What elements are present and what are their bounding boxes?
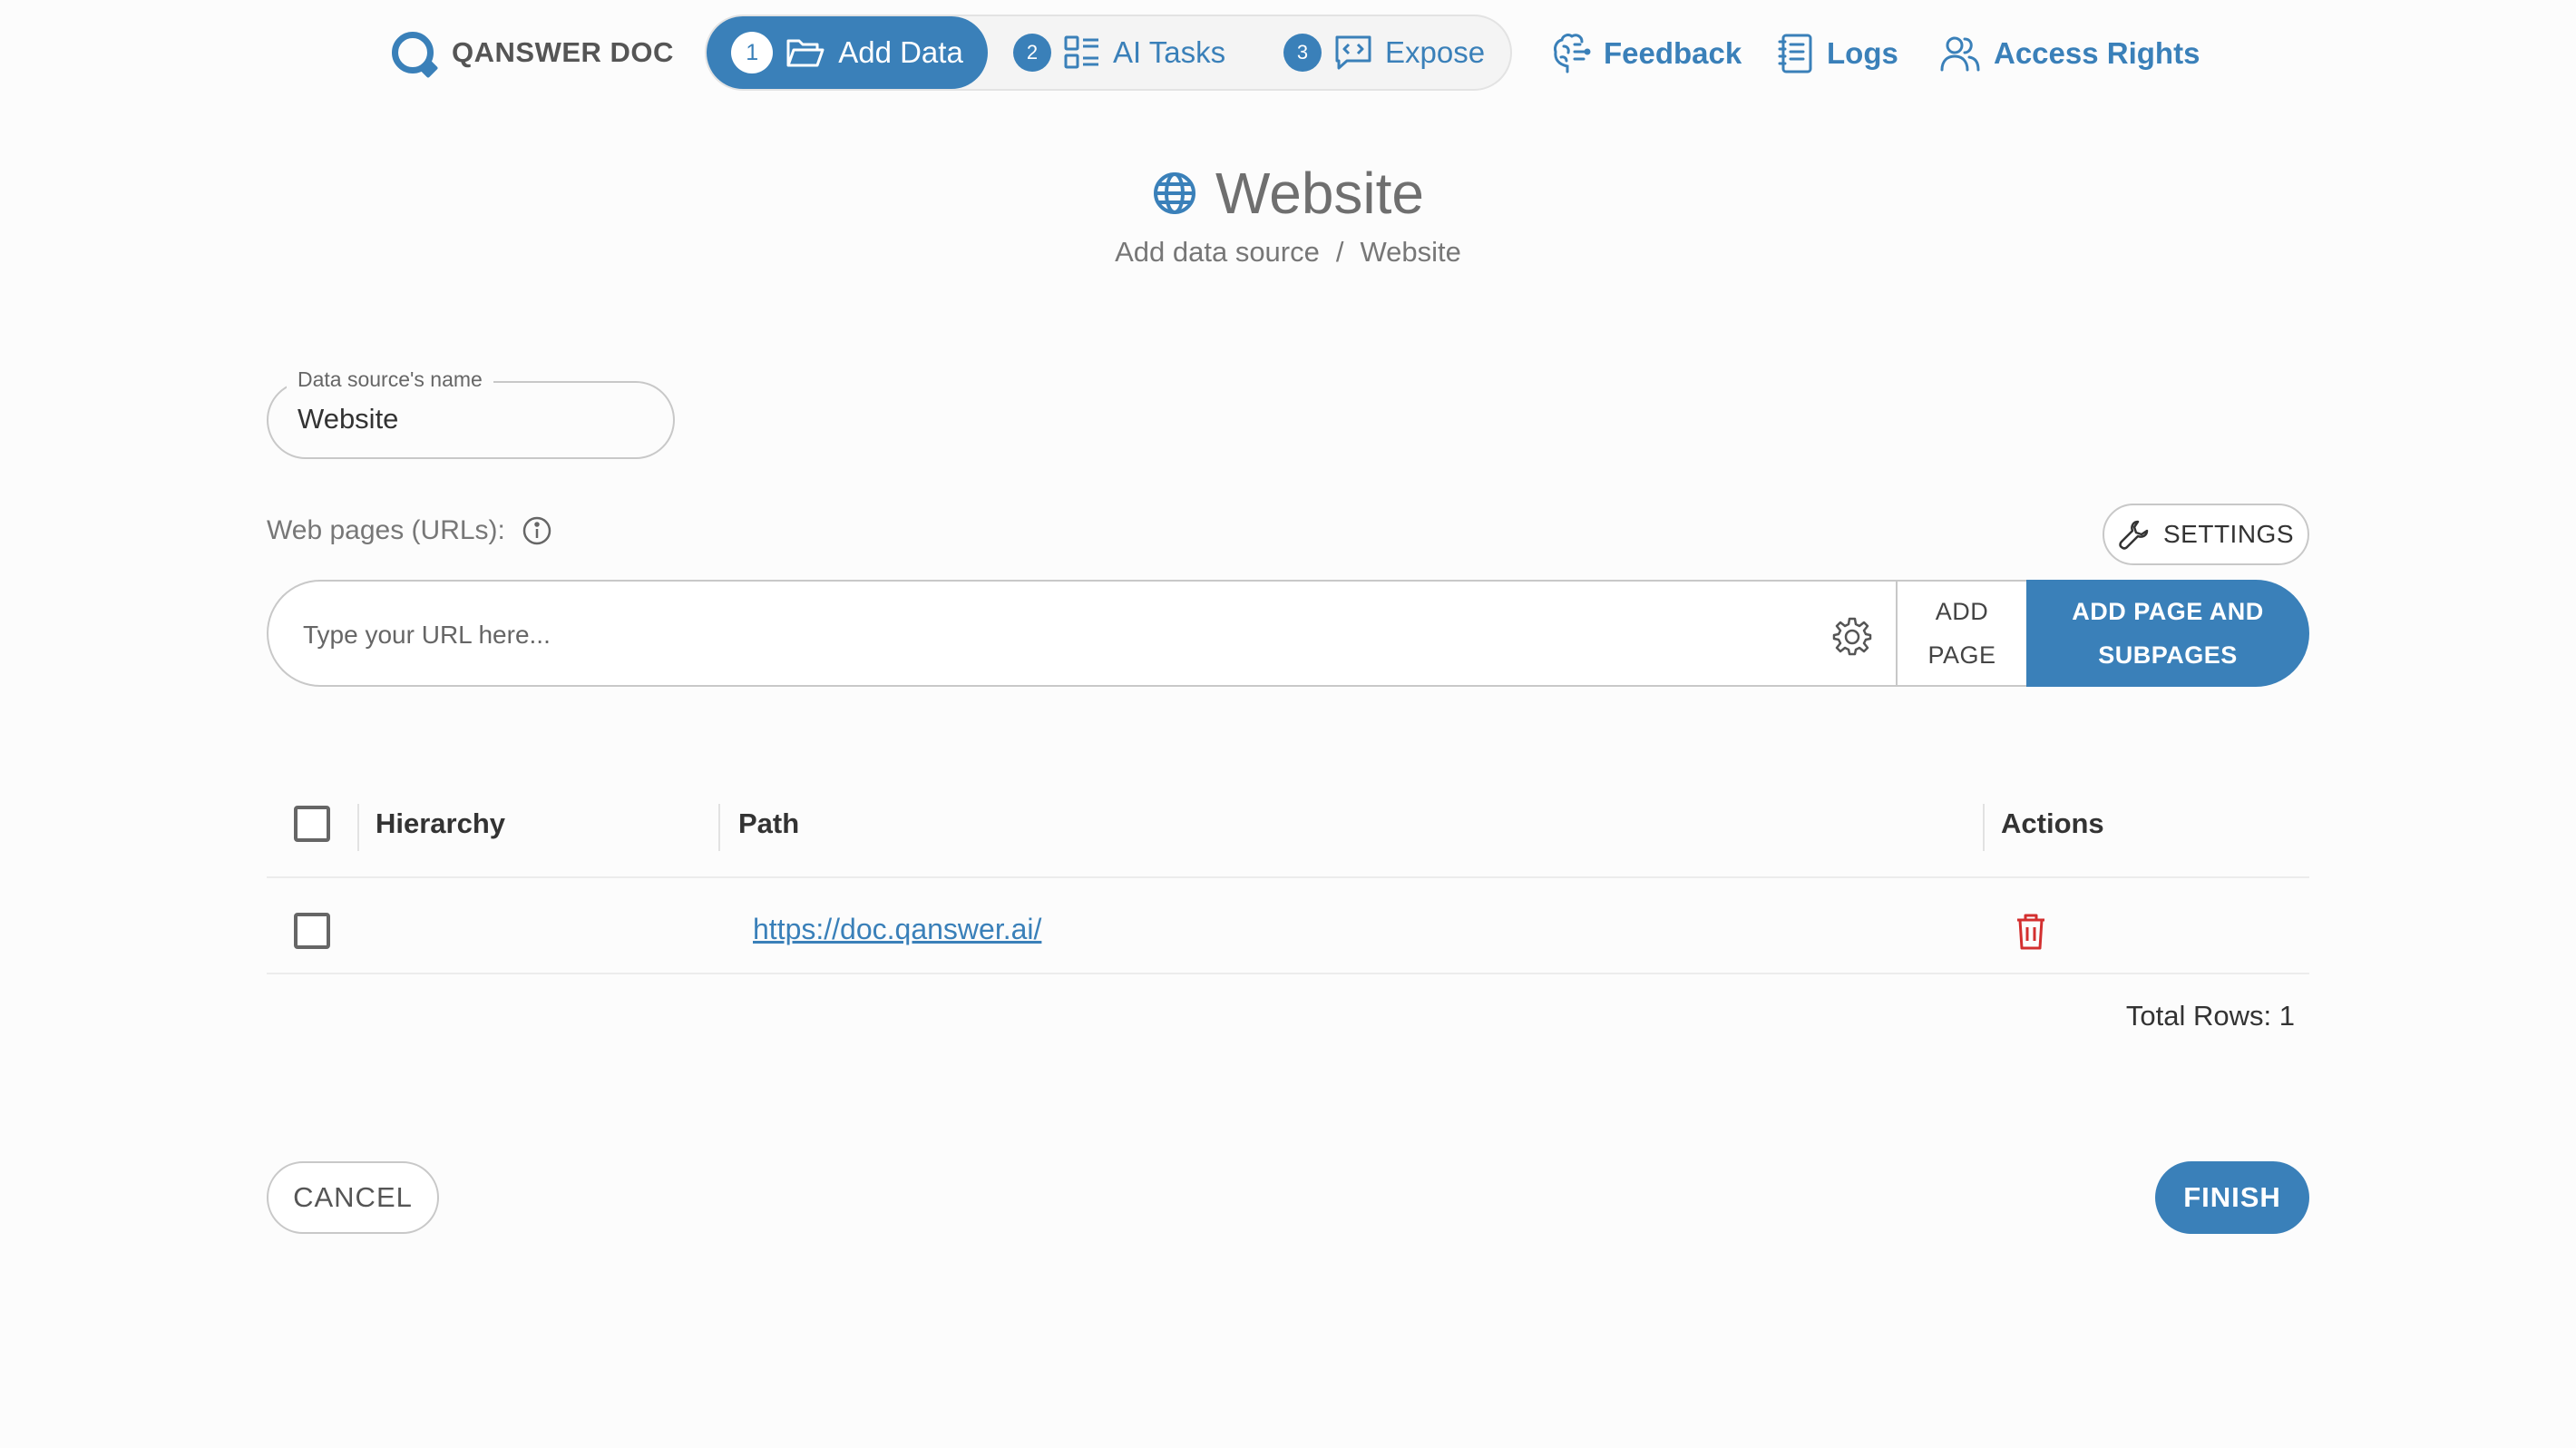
brand-name: QANSWER DOC [452, 36, 674, 68]
add-page-button[interactable]: ADD PAGE [1896, 580, 2028, 687]
web-pages-label: Web pages (URLs): [267, 515, 505, 545]
workflow-stepper: 1 Add Data 2 AI Tasks 3 Expose [705, 15, 1512, 91]
add-subpages-label-line2: SUBPAGES [2098, 641, 2238, 669]
total-rows-count: Total Rows: 1 [2125, 1000, 2295, 1032]
pages-table: Hierarchy Path Actions https://doc.qansw… [267, 782, 2309, 974]
breadcrumb-separator: / [1335, 236, 1344, 268]
web-pages-label-row: Web pages (URLs): [267, 515, 552, 546]
settings-button-label: SETTINGS [2162, 520, 2294, 548]
code-chat-icon [1334, 34, 1372, 71]
table-header: Hierarchy Path Actions [267, 782, 2309, 878]
users-icon [1939, 34, 1981, 73]
step-label: Add Data [838, 35, 963, 69]
nav-access-rights[interactable]: Access Rights [1939, 31, 2200, 76]
finish-button[interactable]: FINISH [2155, 1161, 2309, 1234]
add-subpages-label-line1: ADD PAGE AND [2072, 598, 2264, 625]
data-source-name-label: Data source's name [287, 367, 493, 392]
log-list-icon [1778, 33, 1814, 74]
add-page-label-line2: PAGE [1927, 641, 1996, 669]
top-navigation: QANSWER DOC 1 Add Data 2 AI Tasks 3 Expo… [0, 15, 2576, 91]
breadcrumb: Add data source / Website [0, 236, 2576, 269]
step-expose[interactable]: 3 Expose [1283, 16, 1485, 89]
nav-logs-label: Logs [1827, 36, 1898, 70]
step-number: 1 [731, 32, 774, 73]
nav-access-rights-label: Access Rights [1994, 36, 2200, 70]
step-label: Expose [1385, 35, 1486, 69]
column-separator[interactable] [357, 804, 359, 851]
row-checkbox[interactable] [294, 913, 330, 949]
step-number: 2 [1013, 34, 1051, 72]
cancel-button[interactable]: CANCEL [267, 1161, 439, 1234]
nav-feedback[interactable]: Feedback [1551, 31, 1742, 76]
page-header: Website Add data source / Website [0, 160, 2576, 269]
nav-feedback-label: Feedback [1604, 36, 1742, 70]
breadcrumb-item-current: Website [1360, 236, 1461, 268]
page-title: Website [1215, 161, 1425, 226]
column-header-hierarchy[interactable]: Hierarchy [376, 807, 505, 840]
add-page-label-line1: ADD [1935, 598, 1989, 625]
select-all-checkbox[interactable] [294, 806, 330, 842]
brain-icon [1551, 32, 1591, 75]
delete-icon[interactable] [2015, 913, 2046, 951]
url-input[interactable] [303, 614, 1791, 656]
settings-button[interactable]: SETTINGS [2103, 504, 2309, 565]
step-number: 3 [1283, 34, 1322, 72]
gear-icon[interactable] [1832, 616, 1872, 656]
brand[interactable]: QANSWER DOC [392, 27, 674, 78]
url-input-group: ADD PAGE ADD PAGE AND SUBPAGES [267, 580, 2309, 687]
folder-open-icon [785, 36, 825, 69]
list-grid-icon [1064, 35, 1100, 70]
column-header-actions[interactable]: Actions [2001, 807, 2104, 840]
add-page-and-subpages-button[interactable]: ADD PAGE AND SUBPAGES [2026, 580, 2309, 687]
url-input-wrapper [267, 580, 1896, 687]
step-add-data[interactable]: 1 Add Data [707, 16, 988, 89]
breadcrumb-item-add-data-source[interactable]: Add data source [1115, 236, 1320, 269]
data-source-name-value[interactable]: Website [298, 403, 398, 435]
row-path-link[interactable]: https://doc.qanswer.ai/ [753, 913, 1041, 946]
column-separator[interactable] [1983, 804, 1985, 851]
wrench-icon [2118, 518, 2151, 551]
step-label: AI Tasks [1113, 35, 1226, 69]
info-icon[interactable] [522, 515, 552, 546]
column-header-path[interactable]: Path [738, 807, 799, 840]
column-separator[interactable] [718, 804, 720, 851]
nav-logs[interactable]: Logs [1778, 31, 1898, 76]
qanswer-logo-icon [392, 32, 434, 73]
data-source-name-field[interactable]: Data source's name Website [267, 367, 675, 459]
step-ai-tasks[interactable]: 2 AI Tasks [1013, 16, 1225, 89]
globe-icon [1152, 171, 1197, 216]
table-row[interactable]: https://doc.qanswer.ai/ [267, 878, 2309, 974]
